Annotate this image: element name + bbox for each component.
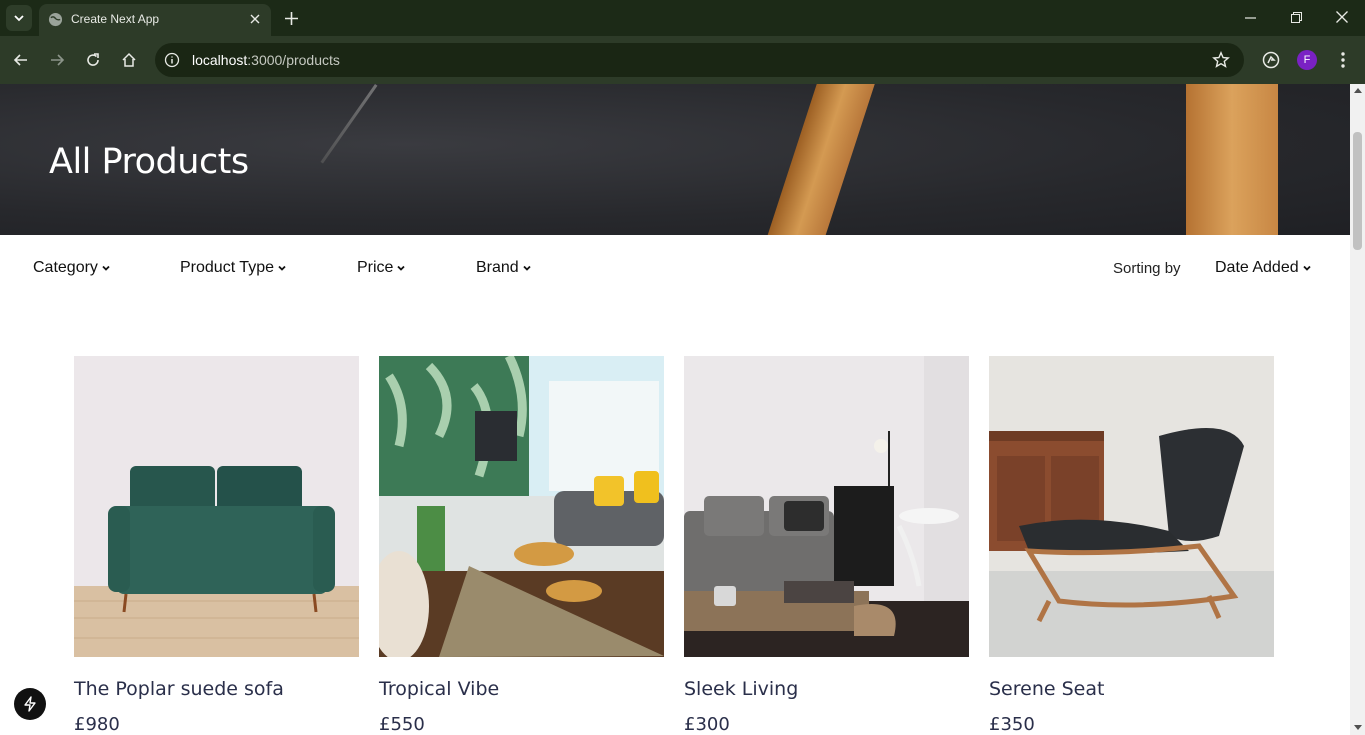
product-price: £350 <box>989 714 1035 735</box>
minimize-icon[interactable] <box>1235 6 1265 28</box>
filter-brand[interactable]: Brand <box>476 259 531 277</box>
info-icon[interactable] <box>164 52 180 68</box>
sort-label: Sorting by <box>1113 260 1181 277</box>
product-name[interactable]: Tropical Vibe <box>379 678 499 700</box>
back-icon[interactable] <box>9 48 33 72</box>
lightning-icon <box>24 696 36 712</box>
url-text: localhost:3000/products <box>192 52 340 68</box>
globe-icon <box>48 12 63 27</box>
filter-category-label: Category <box>33 259 98 276</box>
chevron-down-icon <box>397 265 406 271</box>
product-image[interactable] <box>989 356 1274 657</box>
page-scrollbar[interactable] <box>1350 84 1365 735</box>
product-name[interactable]: The Poplar suede sofa <box>74 678 284 700</box>
product-price: £980 <box>74 714 120 735</box>
extension-icon[interactable] <box>1260 49 1282 71</box>
scroll-down-icon[interactable] <box>1354 725 1362 730</box>
filter-brand-label: Brand <box>476 259 519 276</box>
forward-icon[interactable] <box>45 48 69 72</box>
filter-category[interactable]: Category <box>33 259 110 277</box>
filter-price[interactable]: Price <box>357 259 406 277</box>
product-price: £550 <box>379 714 425 735</box>
hero-decoration <box>1186 84 1278 235</box>
page-viewport: All Products Category Product Type Price… <box>0 84 1350 735</box>
product-name[interactable]: Sleek Living <box>684 678 798 700</box>
tab-search-icon[interactable] <box>6 5 32 31</box>
star-icon[interactable] <box>1212 51 1230 69</box>
filter-product-type-label: Product Type <box>180 259 274 276</box>
product-price: £300 <box>684 714 730 735</box>
home-icon[interactable] <box>117 48 141 72</box>
window-close-icon[interactable] <box>1327 6 1357 28</box>
filter-bar: Category Product Type Price Brand Sortin… <box>0 235 1350 301</box>
chevron-down-icon <box>523 265 531 271</box>
close-icon[interactable] <box>247 11 263 27</box>
restore-icon[interactable] <box>1281 6 1311 28</box>
sort-value: Date Added <box>1215 259 1299 276</box>
product-image[interactable] <box>684 356 969 657</box>
chevron-down-icon <box>102 265 110 271</box>
reload-icon[interactable] <box>81 48 105 72</box>
product-image[interactable] <box>74 356 359 657</box>
hero-decoration <box>320 84 378 164</box>
profile-avatar[interactable]: F <box>1297 50 1317 70</box>
address-bar[interactable]: localhost:3000/products <box>155 43 1244 77</box>
chevron-down-icon <box>1302 265 1311 271</box>
nextjs-dev-indicator[interactable] <box>14 688 46 720</box>
tab-title: Create Next App <box>71 12 160 26</box>
hero-decoration <box>755 84 878 235</box>
browser-toolbar: localhost:3000/products F <box>0 36 1365 84</box>
chevron-down-icon <box>278 265 286 271</box>
scroll-up-icon[interactable] <box>1354 88 1362 93</box>
product-name[interactable]: Serene Seat <box>989 678 1104 700</box>
menu-icon[interactable] <box>1333 48 1353 72</box>
hero-banner: All Products <box>0 84 1350 235</box>
page-title: All Products <box>49 142 249 182</box>
sort-select[interactable]: Date Added <box>1215 259 1311 277</box>
filter-price-label: Price <box>357 259 394 276</box>
browser-tabstrip: Create Next App <box>0 0 1365 36</box>
scroll-thumb[interactable] <box>1353 132 1362 250</box>
plus-icon[interactable] <box>281 8 301 28</box>
browser-tab[interactable]: Create Next App <box>39 4 271 36</box>
filter-product-type[interactable]: Product Type <box>180 259 286 277</box>
product-image[interactable] <box>379 356 664 657</box>
